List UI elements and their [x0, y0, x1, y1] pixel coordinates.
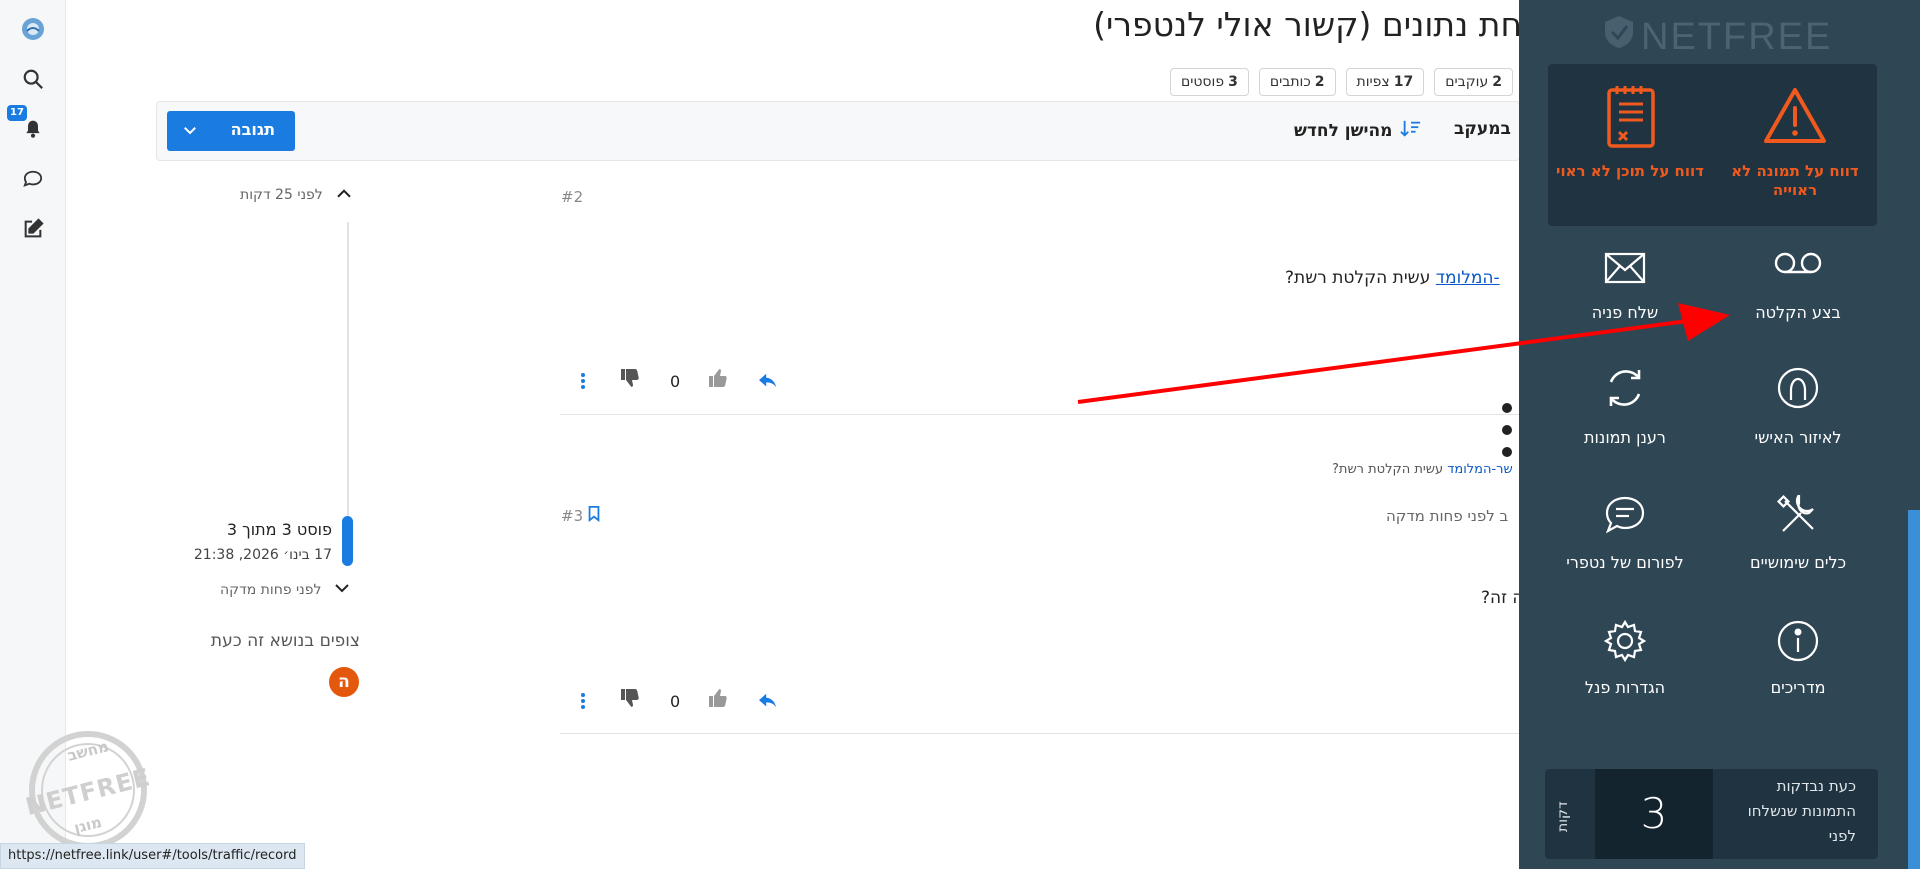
info-icon [1777, 620, 1819, 662]
stat-authors: 2 כותבים [1258, 68, 1336, 96]
red-arrow-annotation [1077, 303, 1730, 404]
follow-button[interactable]: במעקב [1454, 119, 1511, 139]
chevron-up-icon[interactable] [335, 186, 353, 204]
status-url: https://netfree.link/user#/tools/traffic… [0, 843, 305, 869]
report-image-label: דווח על תמונה לא ראוייה [1731, 162, 1859, 199]
chevron-down-icon[interactable] [181, 121, 199, 143]
stat-views: 17 צפיות [1345, 68, 1425, 96]
chat-icon [1605, 496, 1645, 534]
user-icon [1777, 367, 1819, 409]
sort-label: מהישן לחדש [1294, 121, 1393, 141]
vote-count: 0 [670, 372, 681, 391]
timeline-track[interactable] [347, 222, 349, 516]
reply-reference-text: עשית הקלטת רשת? [1332, 462, 1444, 477]
timeline-bottom-label: לפני פחות מדקה [220, 582, 322, 598]
sort-icon [1400, 119, 1422, 143]
status-value: 3 [1595, 769, 1713, 859]
netfree-logo-text: NETFREE [1641, 16, 1833, 58]
chevron-down-icon[interactable] [333, 581, 351, 599]
compose-icon[interactable] [20, 216, 46, 242]
post-text: עשית הקלטת רשת? [1285, 268, 1431, 288]
image-check-status: כעת נבדקות התמונות שנשלחו לפני 3 דקות [1545, 769, 1878, 859]
reply-arrow-icon[interactable] [755, 688, 781, 714]
panel-settings-label: הגדרות פנל [1584, 678, 1666, 697]
status-text: כעת נבדקות התמונות שנשלחו לפני [1747, 777, 1856, 845]
timeline-post-label: פוסט 3 מתוך 3 [226, 520, 332, 539]
record-icon [1774, 252, 1822, 274]
warning-icon [1764, 88, 1826, 143]
report-content-label: דווח על תוכן לא ראוי [1556, 162, 1704, 180]
personal-area-label: לאיזור האישי [1754, 428, 1842, 447]
thumbs-up-icon[interactable] [705, 685, 731, 711]
gear-icon [1604, 620, 1646, 662]
refresh-images-label: רענן תמונות [1584, 428, 1666, 447]
shield-icon [1605, 16, 1633, 48]
chat-icon[interactable] [20, 166, 46, 192]
useful-tools-label: כלים שימושיים [1749, 553, 1847, 572]
post-header: #3 [561, 506, 601, 526]
post-divider [560, 733, 1520, 734]
topic-stats: 3 פוסטים 2 כותבים 17 צפיות 2 עוקבים [1169, 68, 1513, 96]
thumbs-up-icon[interactable] [705, 365, 731, 391]
stat-followers: 2 עוקבים [1434, 68, 1513, 96]
separator-dots [1501, 402, 1513, 458]
post-time: ב לפני פחות מדקה [1386, 507, 1509, 525]
search-icon[interactable] [20, 66, 46, 92]
netfree-logo: NETFREE [1601, 10, 1831, 60]
timeline-top-label: לפני 25 דקות [240, 187, 323, 203]
post-divider [560, 414, 1520, 415]
post-number[interactable]: #3 [561, 507, 583, 525]
status-unit: דקות [1555, 801, 1571, 833]
mention-link[interactable]: -המלומד [1436, 268, 1500, 288]
reply-reference[interactable]: שר-המלומד עשית הקלטת רשת? [1332, 462, 1513, 477]
panel-settings-tile[interactable]: הגדרות פנל [1540, 614, 1710, 704]
timeline-bottom[interactable]: לפני פחות מדקה [220, 581, 351, 599]
guides-label: מדריכים [1770, 678, 1826, 697]
guides-tile[interactable]: מדריכים [1713, 614, 1883, 704]
document-report-icon [1607, 86, 1655, 148]
more-options-icon[interactable] [570, 688, 596, 714]
topic-title: חת נתונים (קשור אולי לנטפרי) [1093, 5, 1522, 44]
reply-arrow-icon[interactable] [755, 368, 781, 394]
reply-button[interactable]: תגובה [167, 111, 295, 151]
avatar[interactable]: ה [329, 667, 359, 697]
panel-scrollbar[interactable] [1908, 510, 1920, 869]
timeline-top[interactable]: לפני 25 דקות [240, 186, 353, 204]
watching-label: צופים בנושא זה כעת [210, 631, 360, 651]
bookmark-icon[interactable] [587, 506, 601, 526]
envelope-icon [1604, 252, 1646, 284]
post-body: -המלומד עשית הקלטת רשת? [1285, 268, 1500, 288]
netfree-watermark: מחשב NETFREE מוגן [18, 728, 158, 849]
more-options-icon[interactable] [570, 368, 596, 394]
reply-button-label: תגובה [230, 120, 275, 139]
forum-label: לפורום של נטפרי [1566, 553, 1684, 572]
thumbs-down-icon[interactable] [617, 365, 643, 391]
post-number[interactable]: #2 [561, 188, 583, 206]
forum-tile[interactable]: לפורום של נטפרי [1540, 489, 1710, 579]
notifications-badge: 17 [7, 105, 27, 121]
post-body: ה זה? [1481, 588, 1524, 608]
timeline-post-date: 17 בינו׳ 2026, 21:38 [193, 547, 332, 563]
reply-reference-link[interactable]: שר-המלומד [1447, 462, 1512, 477]
thumbs-down-icon[interactable] [617, 685, 643, 711]
sort-button[interactable]: מהישן לחדש [1294, 119, 1422, 143]
report-image-button[interactable]: דווח על תמונה לא ראוייה [1720, 84, 1870, 204]
stat-posts: 3 פוסטים [1169, 68, 1249, 96]
timeline-thumb[interactable] [342, 516, 353, 566]
report-content-button[interactable]: דווח על תוכן לא ראוי [1555, 84, 1705, 204]
site-logo-icon[interactable] [20, 16, 46, 42]
tools-icon [1777, 495, 1814, 532]
useful-tools-tile[interactable]: כלים שימושיים [1713, 489, 1883, 579]
vote-count: 0 [670, 692, 681, 711]
